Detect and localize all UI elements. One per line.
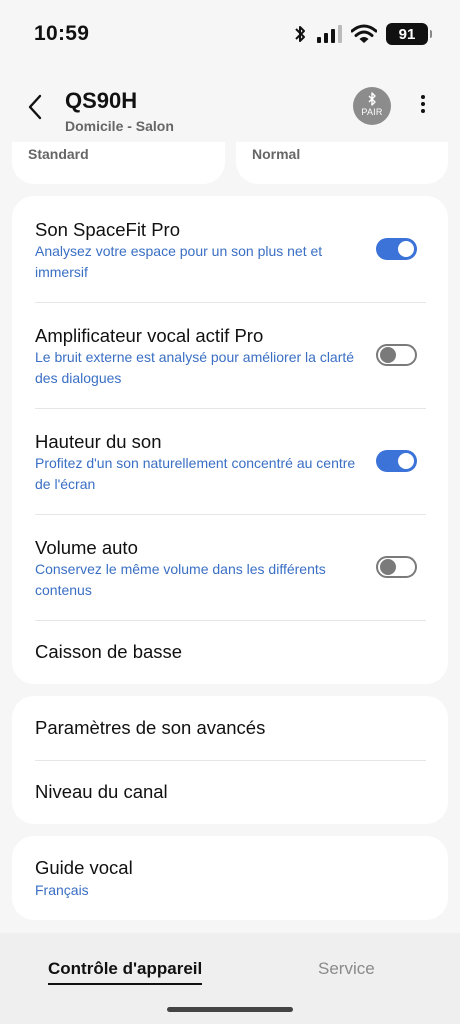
eq-mode-value: Normal (252, 146, 301, 162)
sound-settings-card: Son SpaceFit Pro Analysez votre espace p… (12, 196, 448, 684)
sound-height-toggle[interactable] (376, 450, 417, 472)
battery-level: 91 (398, 25, 416, 43)
setting-subwoofer[interactable]: Caisson de basse (12, 620, 448, 684)
setting-title: Hauteur du son (35, 431, 162, 452)
setting-title: Son SpaceFit Pro (35, 219, 180, 240)
advanced-sound-label: Paramètres de son avancés (35, 717, 266, 738)
setting-auto-volume[interactable]: Volume auto Conservez le même volume dan… (12, 514, 448, 620)
page-subtitle: Domicile - Salon (65, 118, 174, 134)
setting-description: Profitez d'un son naturellement concentr… (35, 455, 356, 492)
back-button[interactable] (24, 92, 48, 122)
bluetooth-pair-button[interactable]: PAIR (353, 87, 391, 125)
bottom-navigation: Contrôle d'appareil Service (0, 933, 460, 1024)
advanced-sound-settings-item[interactable]: Paramètres de son avancés (12, 696, 448, 760)
sound-mode-value: Standard (28, 146, 89, 162)
sound-mode-card[interactable]: Standard (12, 142, 225, 184)
page-title: QS90H (65, 88, 138, 113)
setting-active-voice-amplifier[interactable]: Amplificateur vocal actif Pro Le bruit e… (12, 302, 448, 408)
voice-guide-card[interactable]: Guide vocal Français (12, 836, 448, 920)
channel-level-label: Niveau du canal (35, 781, 168, 802)
bluetooth-icon (295, 26, 305, 42)
tab-service[interactable]: Service (318, 959, 375, 979)
auto-volume-toggle[interactable] (376, 556, 417, 578)
setting-description: Conservez le même volume dans les différ… (35, 561, 326, 598)
bluetooth-icon (368, 92, 376, 106)
setting-title: Amplificateur vocal actif Pro (35, 325, 264, 346)
status-bar: 10:59 91 (0, 0, 460, 66)
setting-description: Le bruit externe est analysé pour amélio… (35, 349, 355, 386)
home-indicator[interactable] (167, 1007, 293, 1012)
more-options-button[interactable] (414, 95, 432, 119)
app-header: QS90H Domicile - Salon PAIR (0, 66, 460, 144)
voice-guide-title: Guide vocal (35, 857, 133, 878)
status-time: 10:59 (34, 22, 90, 45)
tab-device-control[interactable]: Contrôle d'appareil (48, 959, 203, 985)
setting-title: Volume auto (35, 537, 138, 558)
setting-title: Caisson de basse (35, 641, 183, 662)
advanced-settings-card: Paramètres de son avancés Niveau du cana… (12, 696, 448, 824)
voice-amplifier-toggle[interactable] (376, 344, 417, 366)
voice-guide-value: Français (35, 882, 89, 898)
eq-mode-card[interactable]: Normal (236, 142, 448, 184)
setting-spacefit-pro[interactable]: Son SpaceFit Pro Analysez votre espace p… (12, 196, 448, 302)
channel-level-item[interactable]: Niveau du canal (12, 760, 448, 824)
setting-sound-height[interactable]: Hauteur du son Profitez d'un son naturel… (12, 408, 448, 514)
battery-icon: 91 (386, 23, 432, 45)
setting-description: Analysez votre espace pour un son plus n… (35, 243, 323, 280)
spacefit-toggle[interactable] (376, 238, 417, 260)
wifi-icon (351, 24, 377, 43)
signal-icon (317, 25, 342, 43)
status-icons: 91 (293, 22, 432, 46)
pair-label: PAIR (361, 107, 383, 117)
